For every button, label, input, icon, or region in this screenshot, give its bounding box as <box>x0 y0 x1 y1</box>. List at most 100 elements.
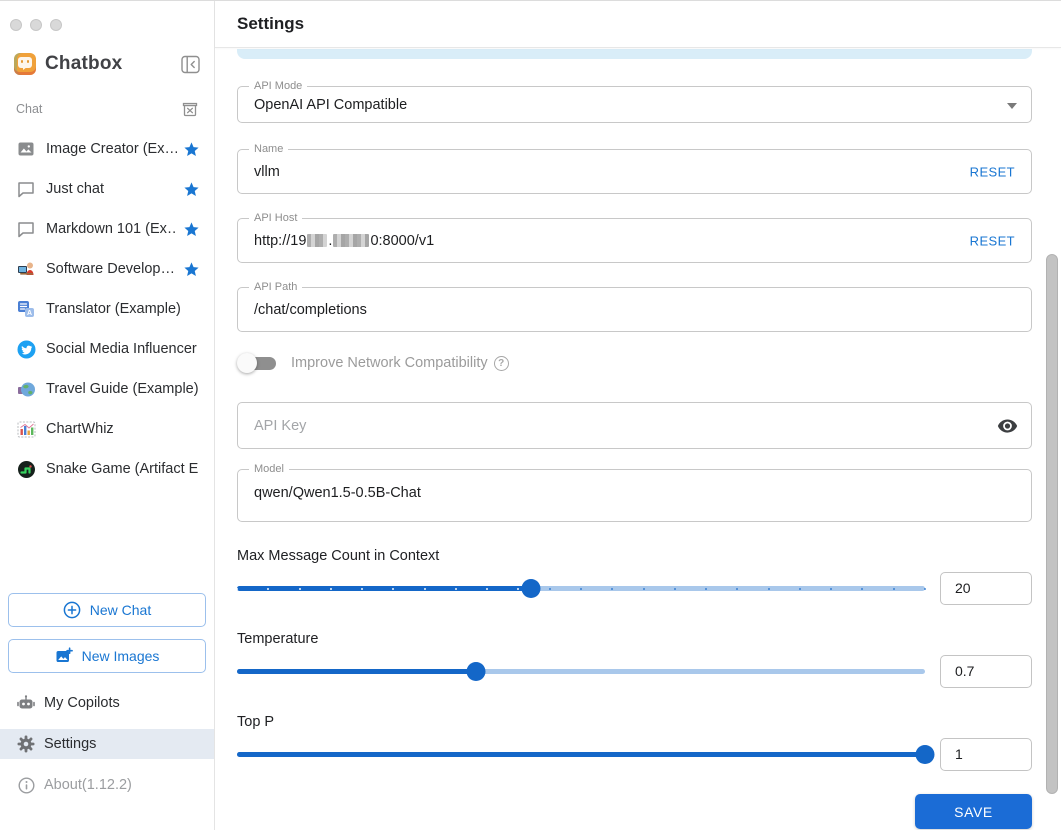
new-images-button[interactable]: New Images <box>8 639 206 673</box>
image-plus-icon <box>55 647 73 665</box>
top-p-row <box>237 737 1032 771</box>
api-host-field[interactable]: API Host http://19. 0:8000/v1 RESET <box>237 212 1032 263</box>
chat-item-translator[interactable]: A Translator (Example) <box>0 289 214 329</box>
slider-mark <box>454 587 457 590</box>
api-path-field[interactable]: API Path <box>237 281 1032 332</box>
zoom-window-button[interactable] <box>50 19 62 31</box>
max-message-count-label: Max Message Count in Context <box>237 548 440 564</box>
star-icon[interactable] <box>183 221 200 238</box>
chat-item-label: Image Creator (Ex… <box>46 141 177 157</box>
slider-mark <box>236 587 238 590</box>
api-mode-label: API Mode <box>249 80 308 93</box>
new-chat-button[interactable]: New Chat <box>8 593 206 627</box>
chatbox-window: Chatbox Chat Image Creator (Ex… Just cha… <box>0 0 1061 830</box>
slider-mark <box>705 587 708 590</box>
top-p-value[interactable] <box>940 737 1032 771</box>
slider-mark <box>642 587 645 590</box>
temperature-row <box>237 654 1032 688</box>
chat-item-markdown-101[interactable]: Markdown 101 (Ex… <box>0 209 214 249</box>
new-images-label: New Images <box>81 648 160 664</box>
collapse-sidebar-icon[interactable] <box>180 54 200 74</box>
bar-chart-icon <box>16 419 36 439</box>
minimize-window-button[interactable] <box>30 19 42 31</box>
save-button[interactable]: SAVE <box>915 794 1032 829</box>
close-window-button[interactable] <box>10 19 22 31</box>
my-copilots-label: My Copilots <box>44 695 120 711</box>
translate-icon: A <box>16 299 36 319</box>
model-field[interactable]: Model qwen/Qwen1.5-0.5B-Chat <box>237 463 1032 522</box>
slider-mark <box>673 587 676 590</box>
api-key-field[interactable] <box>237 402 1032 449</box>
chat-item-label: ChartWhiz <box>46 421 114 437</box>
sidebar-item-about[interactable]: About(1.12.2) <box>0 770 214 800</box>
max-message-count-value[interactable] <box>940 571 1032 605</box>
api-path-label: API Path <box>249 281 303 294</box>
redacted-text <box>307 234 328 247</box>
show-password-icon[interactable] <box>997 415 1018 436</box>
sidebar-menu: My Copilots Settings About(1.12.2) <box>0 688 214 800</box>
max-message-count-row <box>236 571 1032 605</box>
chat-item-social-media-influencer[interactable]: Social Media Influencer … <box>0 329 214 369</box>
network-compatibility-toggle[interactable] <box>237 351 283 375</box>
settings-form: API Mode OpenAI API Compatible Name RESE… <box>215 48 1061 829</box>
plus-circle-icon <box>63 601 81 619</box>
chat-item-chartwhiz[interactable]: ChartWhiz <box>0 409 214 449</box>
chat-item-label: Social Media Influencer … <box>46 341 200 357</box>
sidebar-item-settings[interactable]: Settings <box>0 729 214 759</box>
chevron-down-icon <box>1007 103 1017 109</box>
slider-mark <box>580 587 582 590</box>
slider-mark <box>329 587 332 590</box>
api-host-value[interactable]: http://19. 0:8000/v1 <box>238 219 1031 262</box>
chat-bubble-icon <box>16 219 36 239</box>
slider-mark <box>548 587 551 590</box>
max-message-count-slider[interactable] <box>236 571 926 605</box>
chat-section-label: Chat <box>16 102 43 116</box>
chat-item-snake-game[interactable]: Snake Game (Artifact E… <box>0 449 214 489</box>
star-icon[interactable] <box>183 181 200 198</box>
temperature-slider[interactable] <box>237 654 925 688</box>
window-controls <box>10 19 214 31</box>
temperature-label: Temperature <box>237 631 319 647</box>
api-key-input[interactable] <box>238 403 1031 448</box>
slider-mark <box>517 587 520 590</box>
globe-icon <box>16 379 36 399</box>
slider-mark <box>892 587 895 590</box>
image-icon <box>16 139 36 159</box>
slider-mark <box>486 587 489 590</box>
save-row: SAVE <box>237 794 1032 829</box>
temperature-value[interactable] <box>940 654 1032 688</box>
api-host-reset-button[interactable]: RESET <box>970 233 1015 248</box>
slider-mark <box>423 587 426 590</box>
name-field[interactable]: Name RESET <box>237 143 1032 194</box>
settings-label: Settings <box>44 736 97 752</box>
model-value[interactable]: qwen/Qwen1.5-0.5B-Chat <box>238 470 1031 521</box>
slider-mark <box>361 587 364 590</box>
network-compatibility-label: Improve Network Compatibility <box>291 355 488 371</box>
chat-item-image-creator[interactable]: Image Creator (Ex… <box>0 129 214 169</box>
redacted-text <box>333 234 370 247</box>
slider-thumb[interactable] <box>521 579 541 598</box>
clear-conversations-icon[interactable] <box>182 101 198 117</box>
slider-thumb[interactable] <box>466 662 486 681</box>
slider-mark <box>611 587 614 590</box>
name-reset-button[interactable]: RESET <box>970 164 1015 179</box>
help-icon[interactable]: ? <box>493 355 509 371</box>
slider-thumb[interactable] <box>915 745 935 764</box>
sidebar-item-my-copilots[interactable]: My Copilots <box>0 688 214 718</box>
chat-item-label: Translator (Example) <box>46 301 181 317</box>
api-mode-select[interactable]: API Mode OpenAI API Compatible <box>237 80 1032 123</box>
twitter-icon <box>16 339 36 359</box>
chat-item-label: Snake Game (Artifact E… <box>46 461 200 477</box>
star-icon[interactable] <box>183 261 200 278</box>
name-input[interactable] <box>238 150 1031 193</box>
star-icon[interactable] <box>183 141 200 158</box>
slider-mark <box>798 587 801 590</box>
chat-item-label: Markdown 101 (Ex… <box>46 221 177 237</box>
app-title: Chatbox <box>45 53 123 74</box>
chat-item-travel-guide[interactable]: Travel Guide (Example) <box>0 369 214 409</box>
api-path-input[interactable] <box>238 288 1031 331</box>
vertical-scrollbar[interactable] <box>1046 254 1058 794</box>
chat-item-just-chat[interactable]: Just chat <box>0 169 214 209</box>
chat-item-software-developer[interactable]: Software Develop… <box>0 249 214 289</box>
top-p-slider[interactable] <box>237 737 935 771</box>
